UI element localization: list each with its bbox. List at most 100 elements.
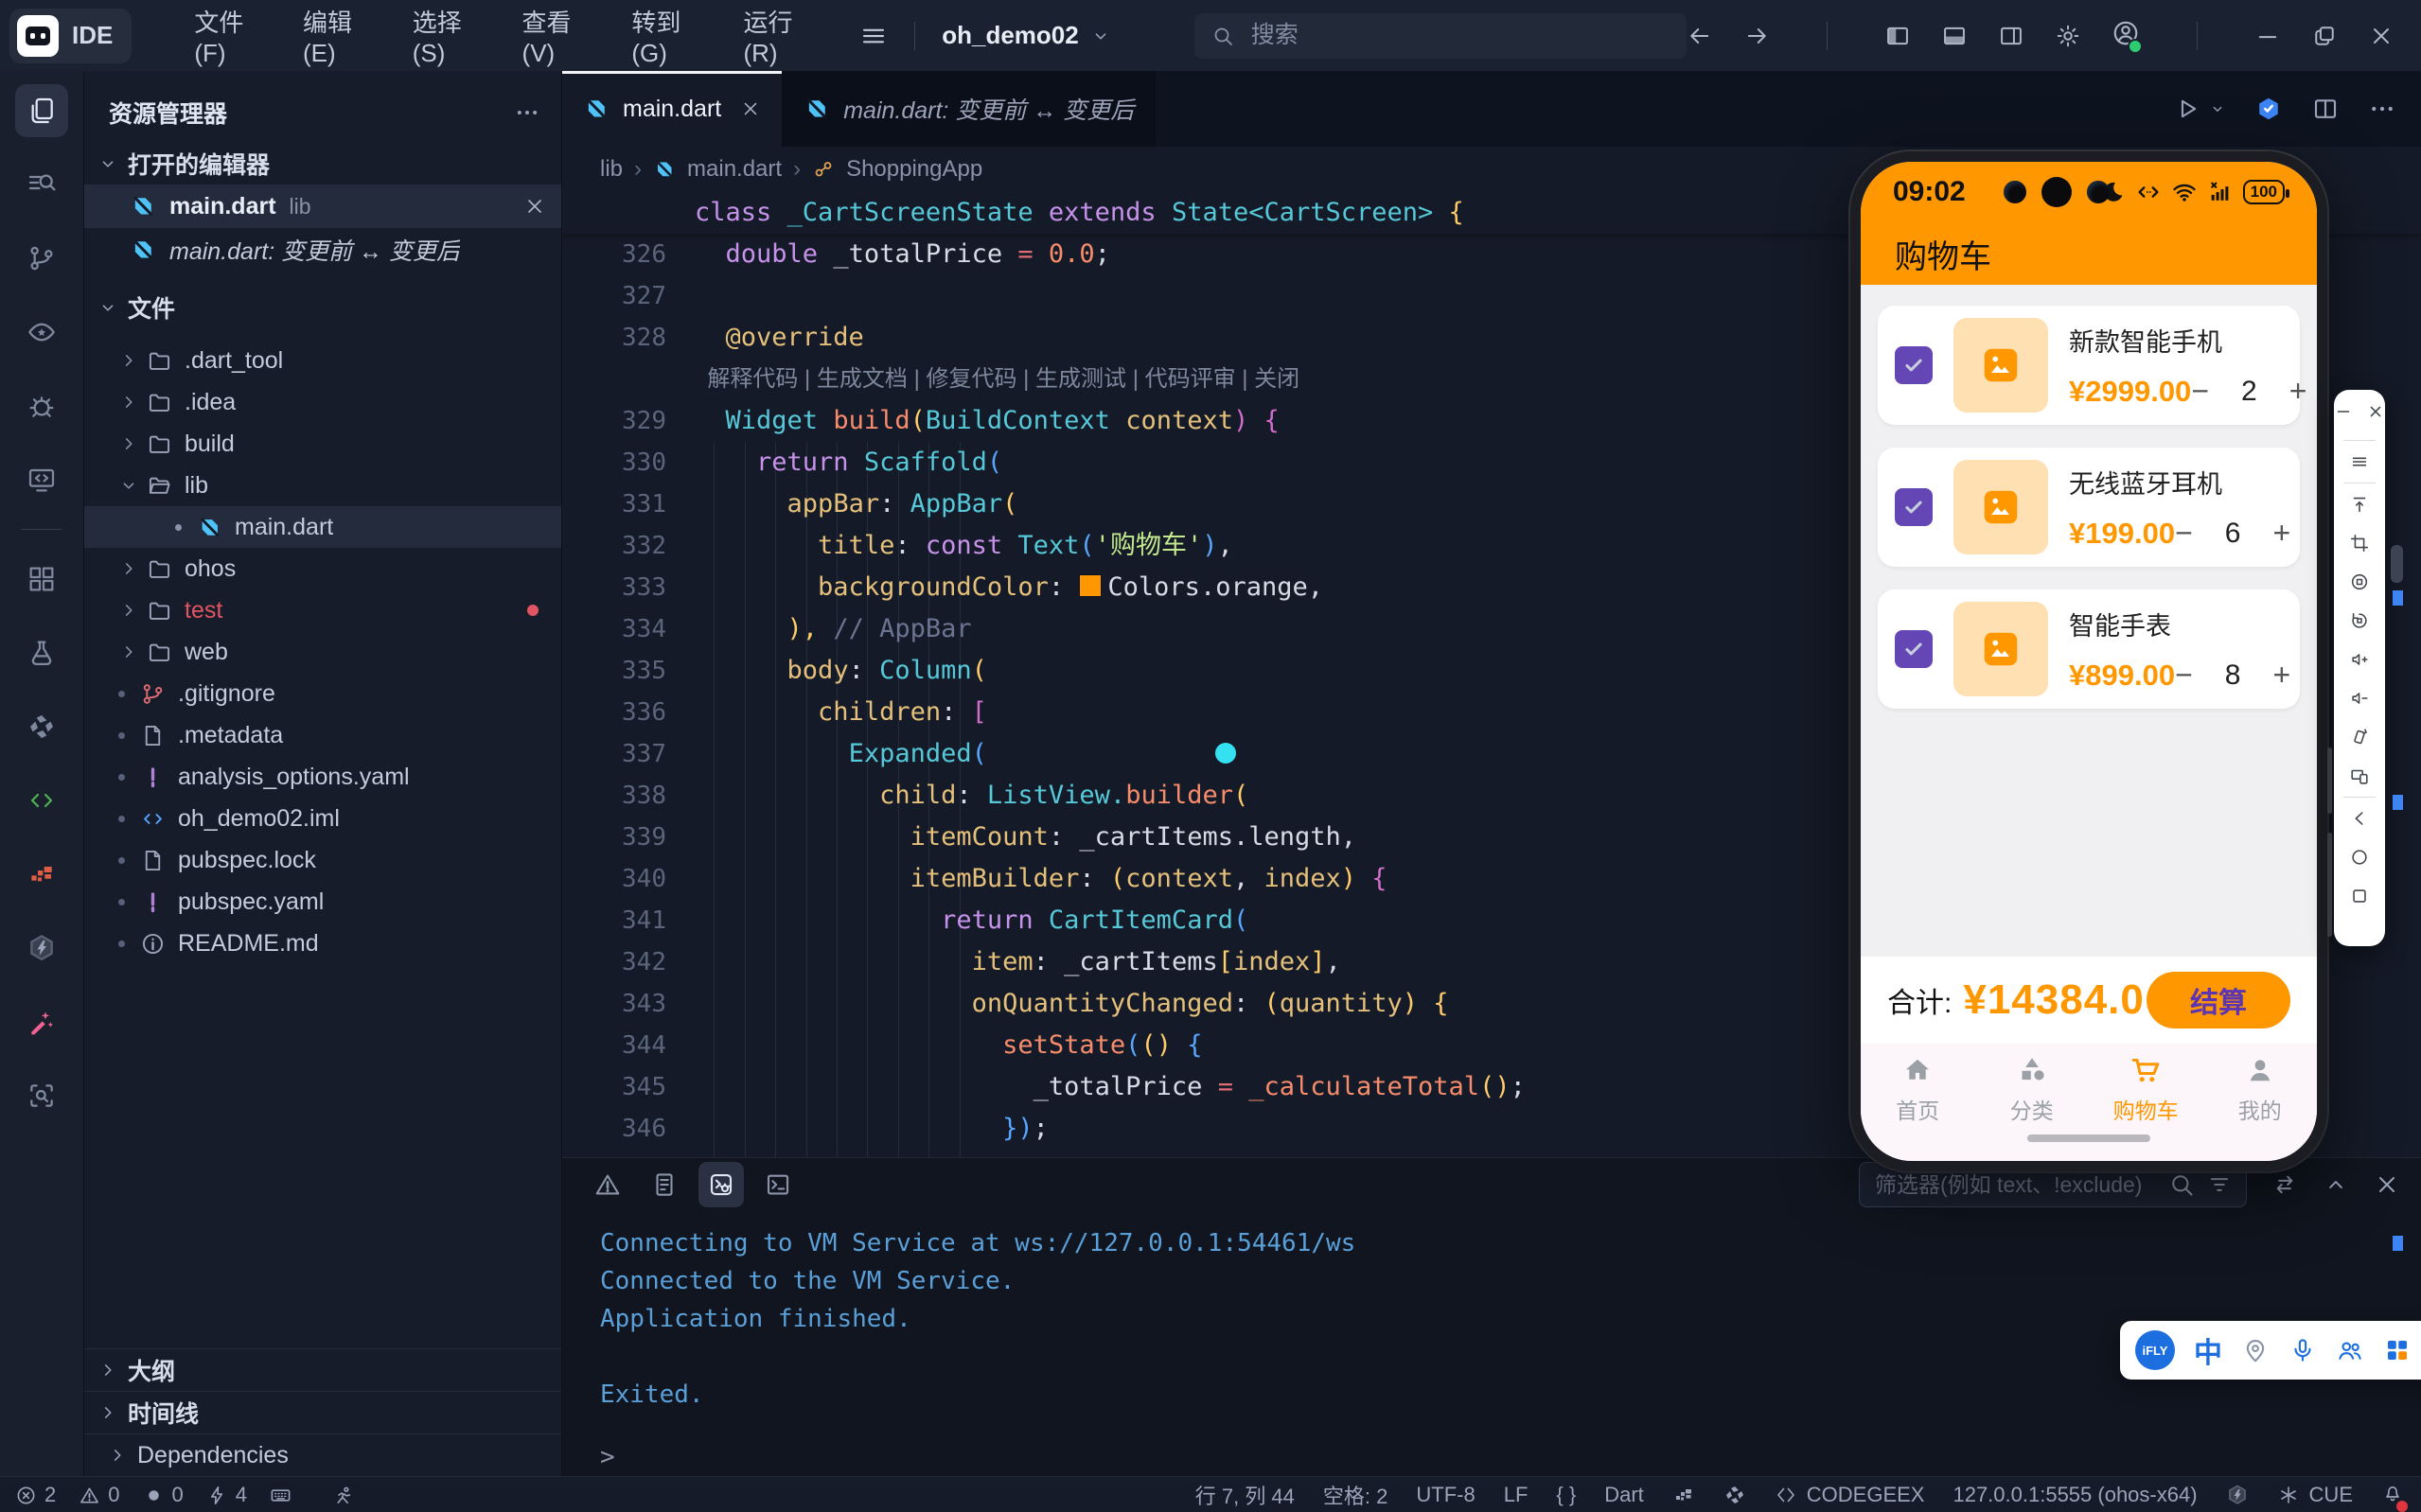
statusbar-segment[interactable] <box>2381 1481 2404 1509</box>
tree-item-test[interactable]: test <box>84 589 561 631</box>
scrollbar-thumb[interactable] <box>2391 545 2403 583</box>
cart-item-card[interactable]: 新款智能手机¥2999.00−2+ <box>1878 306 2300 425</box>
search-input[interactable] <box>1249 21 1670 50</box>
statusbar-warning-triangle[interactable]: 0 <box>79 1483 119 1507</box>
tree-item-oh_demo02.iml[interactable]: oh_demo02.iml <box>84 798 561 839</box>
statusbar-error-circle[interactable]: 2 <box>15 1483 56 1507</box>
cart-item-card[interactable]: 无线蓝牙耳机¥199.00−6+ <box>1878 448 2300 567</box>
activitybar-pixel-blocks[interactable] <box>15 848 68 901</box>
microphone-icon[interactable] <box>2288 1336 2317 1364</box>
toggle-bottom-panel-icon[interactable] <box>1941 23 1968 49</box>
emulator-rotate-button[interactable] <box>2347 725 2372 749</box>
open-editor-item[interactable]: main.dart: 变更前 ↔ 变更后 <box>84 228 561 272</box>
window-minimize-icon[interactable] <box>2254 23 2281 49</box>
decrease-quantity-button[interactable]: − <box>2175 658 2193 693</box>
statusbar-keyboard[interactable] <box>270 1485 292 1506</box>
item-checkbox[interactable] <box>1895 630 1933 668</box>
nav-item-cart[interactable]: 购物车 <box>2089 1044 2203 1134</box>
emulator-volume-down-button[interactable] <box>2347 686 2372 711</box>
tree-item-ohos[interactable]: ohos <box>84 548 561 589</box>
statusbar-bolt[interactable]: 4 <box>206 1483 247 1507</box>
emulator-home-button[interactable] <box>2347 845 2372 870</box>
people-icon[interactable] <box>2336 1336 2364 1364</box>
nav-item-category[interactable]: 分类 <box>1975 1044 2090 1134</box>
activitybar-search-list[interactable] <box>15 158 68 211</box>
decrease-quantity-button[interactable]: − <box>2191 374 2209 409</box>
nav-item-home[interactable]: 首页 <box>1861 1044 1975 1134</box>
emulator-volume-up-button[interactable] <box>2347 647 2372 672</box>
nav-forward-icon[interactable] <box>1743 23 1770 49</box>
menu-s[interactable]: 选择(S) <box>413 4 479 68</box>
tree-item-main.dart[interactable]: main.dart <box>84 506 561 548</box>
decrease-quantity-button[interactable]: − <box>2175 516 2193 551</box>
item-checkbox[interactable] <box>1895 488 1933 526</box>
statusbar-segment[interactable]: { } <box>1556 1483 1576 1507</box>
breadcrumb-item[interactable]: main.dart <box>687 156 782 183</box>
item-checkbox[interactable] <box>1895 346 1933 384</box>
activitybar-magic-wand[interactable] <box>15 995 68 1048</box>
panel-tab-debug-console[interactable] <box>698 1162 744 1207</box>
increase-quantity-button[interactable]: + <box>2289 374 2307 409</box>
more-actions-icon[interactable] <box>514 99 540 126</box>
menu-v[interactable]: 查看(V) <box>522 4 589 68</box>
statusbar-segment[interactable]: LF <box>1504 1483 1529 1507</box>
sidebar-section-dependencies[interactable]: Dependencies <box>84 1433 561 1476</box>
activitybar-source-control[interactable] <box>15 232 68 285</box>
activitybar-scan-search[interactable] <box>15 1069 68 1122</box>
statusbar-info-filled[interactable]: 0 <box>143 1483 184 1507</box>
activitybar-shuriken[interactable] <box>15 700 68 753</box>
tree-item-pubspec.lock[interactable]: pubspec.lock <box>84 839 561 881</box>
tree-item-.idea[interactable]: .idea <box>84 381 561 423</box>
emulator-close-button[interactable] <box>2363 399 2388 424</box>
increase-quantity-button[interactable]: + <box>2272 658 2290 693</box>
emulator-top-button[interactable] <box>2347 492 2372 517</box>
close-icon[interactable] <box>523 195 546 218</box>
settings-gear-icon[interactable] <box>2055 23 2081 49</box>
close-panel-icon[interactable] <box>2374 1171 2400 1198</box>
emulator-minimize-button[interactable] <box>2331 399 2356 424</box>
filter-input[interactable] <box>1873 1171 2157 1199</box>
increase-quantity-button[interactable]: + <box>2272 516 2290 551</box>
tree-item-pubspec.yaml[interactable]: pubspec.yaml <box>84 881 561 923</box>
emulator-power-button[interactable] <box>2347 570 2372 594</box>
breadcrumb-item[interactable]: lib <box>600 156 623 183</box>
sidebar-section-大纲[interactable]: 大纲 <box>84 1348 561 1391</box>
tree-item-analysis_options.yaml[interactable]: analysis_options.yaml <box>84 756 561 798</box>
statusbar-segment[interactable]: 127.0.0.1:5555 (ohos-x64) <box>1953 1483 2197 1507</box>
tab-close-icon[interactable] <box>740 98 761 119</box>
hamburger-menu-icon[interactable] <box>859 22 888 50</box>
statusbar-segment[interactable]: 空格: 2 <box>1323 1480 1387 1510</box>
tree-item-README.md[interactable]: README.md <box>84 923 561 964</box>
run-icon[interactable] <box>2173 95 2201 123</box>
toggle-left-panel-icon[interactable] <box>1884 23 1911 49</box>
ifly-logo[interactable]: iFLY <box>2135 1330 2175 1370</box>
emulator-menu-button[interactable] <box>2347 449 2372 474</box>
statusbar-segment[interactable]: CODEGEEX <box>1775 1483 1925 1507</box>
activitybar-explorer[interactable] <box>15 84 68 137</box>
open-editor-item[interactable]: main.dartlib <box>84 185 561 228</box>
swap-panel-icon[interactable] <box>2271 1171 2298 1198</box>
activitybar-hex-bolt[interactable] <box>15 922 68 975</box>
filter-lines-icon[interactable] <box>2206 1171 2233 1198</box>
nav-item-profile[interactable]: 我的 <box>2203 1044 2318 1134</box>
global-search[interactable] <box>1194 13 1687 59</box>
toggle-right-panel-icon[interactable] <box>1998 23 2024 49</box>
activitybar-debug-bug[interactable] <box>15 379 68 432</box>
ime-language-toggle[interactable]: 中 <box>2194 1329 2222 1371</box>
editor-tab[interactable]: main.dart <box>562 71 783 147</box>
pin-icon[interactable] <box>2241 1336 2270 1364</box>
cart-item-card[interactable]: 智能手表¥899.00−8+ <box>1878 589 2300 709</box>
panel-tab-output[interactable] <box>642 1162 687 1207</box>
open-editors-section[interactable]: 打开的编辑器 <box>84 143 561 185</box>
checkout-button[interactable]: 结算 <box>2147 972 2290 1029</box>
files-section[interactable]: 文件 <box>84 287 561 328</box>
split-editor-icon[interactable] <box>2311 95 2340 123</box>
tree-item-.metadata[interactable]: .metadata <box>84 714 561 756</box>
editor-scrollbar[interactable] <box>2389 148 2406 1158</box>
statusbar-segment[interactable]: Dart <box>1604 1483 1644 1507</box>
menu-r[interactable]: 运行(R) <box>743 4 810 68</box>
emulator-crop-button[interactable] <box>2347 531 2372 555</box>
activitybar-angle-code[interactable] <box>15 774 68 827</box>
tree-item-lib[interactable]: lib <box>84 465 561 506</box>
emulator-recents-button[interactable] <box>2347 884 2372 908</box>
